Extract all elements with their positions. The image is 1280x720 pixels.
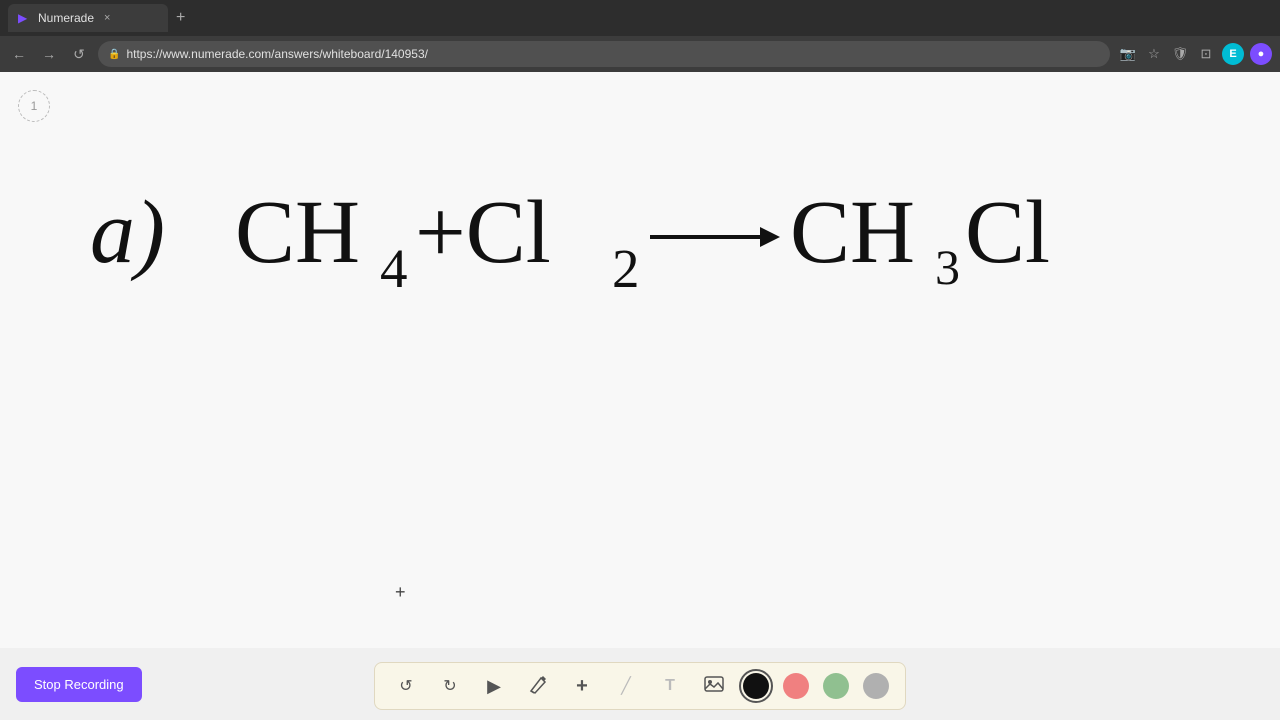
security-lock-icon: 🔒 bbox=[108, 49, 120, 60]
text-icon: T bbox=[665, 677, 675, 695]
color-pink[interactable] bbox=[783, 673, 809, 699]
equation-svg: a) CH 4 +Cl 2 CH 3 Cl + HCl bbox=[60, 132, 1060, 352]
url-text: https://www.numerade.com/answers/whitebo… bbox=[126, 47, 428, 61]
tab-close-button[interactable]: × bbox=[104, 12, 110, 24]
image-icon bbox=[703, 673, 725, 700]
browser-tab[interactable]: ▶ Numerade × bbox=[8, 4, 168, 32]
whiteboard-area: 1 a) CH 4 +Cl 2 CH 3 Cl + HCl bbox=[0, 72, 1280, 648]
eraser-tool-button[interactable]: ╱ bbox=[611, 671, 641, 701]
title-bar: ▶ Numerade × + bbox=[0, 0, 1280, 36]
new-tab-button[interactable]: + bbox=[176, 9, 185, 27]
add-button[interactable]: + bbox=[567, 671, 597, 701]
redo-button[interactable]: ↻ bbox=[435, 671, 465, 701]
select-tool-button[interactable]: ▶ bbox=[479, 671, 509, 701]
color-black[interactable] bbox=[743, 673, 769, 699]
svg-text:CH: CH bbox=[790, 183, 915, 282]
back-button[interactable]: ← bbox=[8, 43, 30, 65]
color-gray[interactable] bbox=[863, 673, 889, 699]
svg-text:3: 3 bbox=[935, 239, 960, 295]
bottom-bar: Stop Recording ↺ ↻ ▶ bbox=[0, 648, 1280, 720]
navigation-bar: ← → ↺ 🔒 https://www.numerade.com/answers… bbox=[0, 36, 1280, 72]
browser-frame: ▶ Numerade × + ← → ↺ 🔒 https://www.numer… bbox=[0, 0, 1280, 720]
pen-icon bbox=[527, 673, 549, 700]
undo-icon: ↺ bbox=[399, 676, 412, 696]
undo-button[interactable]: ↺ bbox=[391, 671, 421, 701]
camera-icon[interactable]: 📷 bbox=[1118, 44, 1138, 64]
svg-text:CH: CH bbox=[235, 183, 360, 282]
desktop-icon[interactable]: ⊡ bbox=[1196, 44, 1216, 64]
cursor-crosshair: + bbox=[395, 582, 406, 603]
tab-title: Numerade bbox=[38, 11, 94, 25]
text-tool-button[interactable]: T bbox=[655, 671, 685, 701]
user-avatar-e[interactable]: E bbox=[1222, 43, 1244, 65]
user-avatar-circle[interactable]: ● bbox=[1250, 43, 1272, 65]
page-number: 1 bbox=[18, 90, 50, 122]
nav-right-icons: 📷 ☆ 🛡 ⊡ E ● bbox=[1118, 43, 1272, 65]
bookmark-icon[interactable]: ☆ bbox=[1144, 44, 1164, 64]
redo-icon: ↻ bbox=[443, 676, 456, 696]
add-icon: + bbox=[576, 675, 588, 698]
svg-text:Cl: Cl bbox=[965, 183, 1050, 282]
address-bar[interactable]: 🔒 https://www.numerade.com/answers/white… bbox=[98, 41, 1110, 67]
svg-text:a): a) bbox=[90, 183, 165, 282]
color-green[interactable] bbox=[823, 673, 849, 699]
select-icon: ▶ bbox=[487, 676, 501, 697]
drawing-toolbar: ↺ ↻ ▶ + ╱ bbox=[374, 662, 906, 710]
reload-button[interactable]: ↺ bbox=[68, 43, 90, 65]
stop-recording-button[interactable]: Stop Recording bbox=[16, 667, 142, 702]
tab-favicon: ▶ bbox=[18, 11, 32, 25]
eraser-icon: ╱ bbox=[621, 676, 631, 696]
svg-text:2: 2 bbox=[612, 238, 640, 299]
image-tool-button[interactable] bbox=[699, 671, 729, 701]
pen-tool-button[interactable] bbox=[523, 671, 553, 701]
svg-text:+Cl: +Cl bbox=[415, 183, 551, 282]
svg-text:4: 4 bbox=[380, 238, 408, 299]
forward-button[interactable]: → bbox=[38, 43, 60, 65]
extensions-icon[interactable]: 🛡 bbox=[1170, 44, 1190, 64]
